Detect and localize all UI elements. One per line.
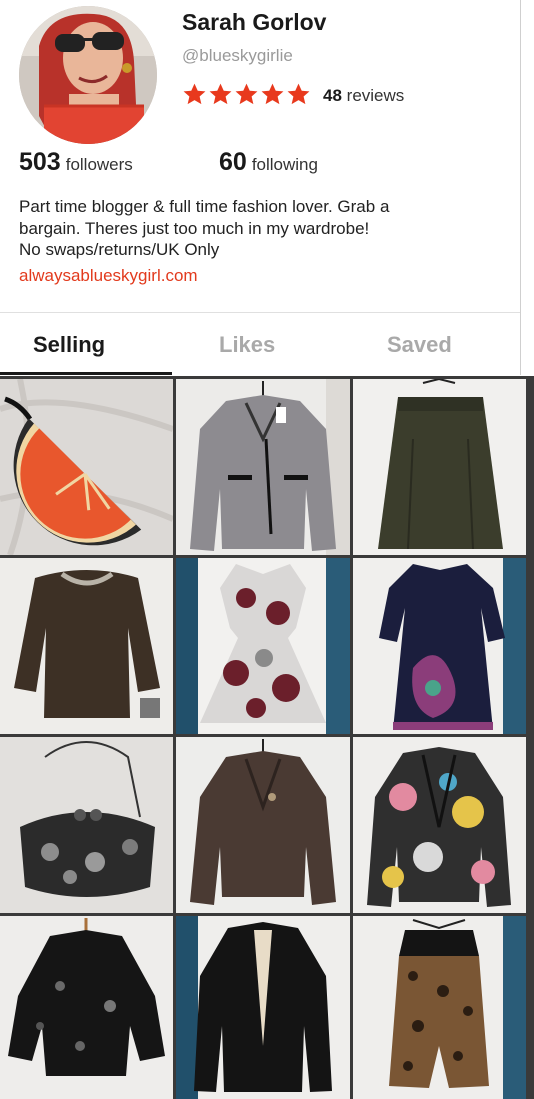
listing-brown-jumper[interactable] xyxy=(0,558,173,734)
divider xyxy=(0,312,520,313)
tab-selling[interactable]: Selling xyxy=(33,332,105,358)
active-tab-indicator xyxy=(0,372,172,375)
listing-sequin-bag[interactable] xyxy=(0,737,173,913)
listing-navy-dress[interactable] xyxy=(353,558,526,734)
listing-grey-biker-jacket[interactable] xyxy=(176,379,350,555)
following-stat[interactable]: 60 following xyxy=(219,148,318,177)
tab-saved[interactable]: Saved xyxy=(387,332,452,358)
star-icon xyxy=(261,83,284,105)
listing-floral-blazer[interactable] xyxy=(353,737,526,913)
star-icon xyxy=(183,83,206,105)
listing-black-blazer[interactable] xyxy=(176,916,350,1099)
listing-khaki-skirt[interactable] xyxy=(353,379,526,555)
star-icon xyxy=(209,83,232,105)
star-icon xyxy=(235,83,258,105)
rating-stars[interactable] xyxy=(182,82,311,107)
profile-handle: @blueskygirlie xyxy=(182,46,293,65)
profile-card: Sarah Gorlov @blueskygirlie 48 reviews 5… xyxy=(0,0,521,375)
avatar[interactable] xyxy=(19,6,157,144)
star-icon xyxy=(287,83,310,105)
reviews-label: reviews xyxy=(346,86,405,105)
listing-orange-slice-clutch[interactable] xyxy=(0,379,173,555)
tab-likes[interactable]: Likes xyxy=(219,332,275,358)
bio-line: No swaps/returns/UK Only xyxy=(19,240,220,259)
listing-leopard-playsuit[interactable] xyxy=(353,916,526,1099)
website-link[interactable]: alwaysablueskygirl.com xyxy=(19,266,198,286)
following-label: following xyxy=(251,155,318,174)
followers-stat[interactable]: 503 followers xyxy=(19,148,133,177)
profile-name: Sarah Gorlov xyxy=(182,9,327,35)
following-count: 60 xyxy=(219,148,247,176)
listing-floral-dress[interactable] xyxy=(176,558,350,734)
bio-line: Part time blogger & full time fashion lo… xyxy=(19,197,390,216)
profile-bio: Part time blogger & full time fashion lo… xyxy=(19,196,509,261)
bio-line: bargain. Theres just too much in my ward… xyxy=(19,218,370,238)
listing-sequin-jacket[interactable] xyxy=(0,916,173,1099)
reviews-link[interactable]: 48 reviews xyxy=(323,86,404,106)
followers-count: 503 xyxy=(19,148,61,176)
listing-tweed-jacket[interactable] xyxy=(176,737,350,913)
followers-label: followers xyxy=(65,155,133,174)
reviews-count: 48 xyxy=(323,86,342,105)
